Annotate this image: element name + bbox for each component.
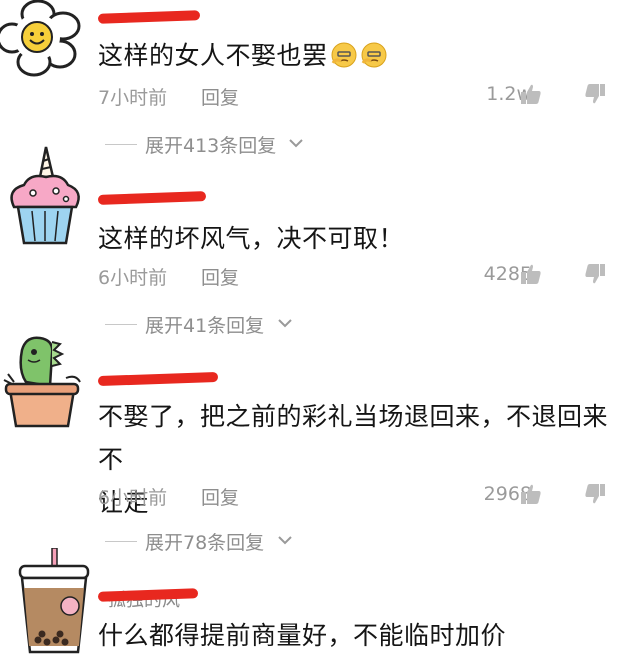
dinosaur-plant-avatar[interactable]: [0, 330, 90, 430]
comment-item: 这样的坏风气，决不可取！ 6小时前 回复 4285 展开41条回复: [0, 145, 640, 345]
comment-body: 这样的女人不娶也罢: [98, 41, 328, 70]
thumbs-down-icon[interactable]: [584, 83, 606, 105]
redacted-username: [97, 10, 201, 24]
unicorn-cupcake-avatar[interactable]: [0, 145, 90, 250]
reply-button[interactable]: 回复: [201, 263, 239, 290]
comment-body-line: 不娶了，把之前的彩礼当场退回来，不退回来不: [98, 402, 609, 474]
comment-text: 这样的女人不娶也罢: [98, 34, 623, 77]
comment-text: 什么都得提前商量好，不能临时加价: [98, 614, 623, 657]
thumbs-up-icon[interactable]: [520, 263, 542, 285]
comment-body: 什么都得提前商量好，不能临时加价: [98, 621, 507, 650]
comment-body: 这样的坏风气，决不可取！: [98, 224, 405, 253]
thumbs-down-icon[interactable]: [584, 263, 606, 285]
comment-text: 这样的坏风气，决不可取！: [98, 217, 623, 260]
comment-time: 7小时前: [98, 87, 168, 109]
comment-item: 孤独的风 什么都得提前商量好，不能临时加价: [0, 547, 640, 658]
chevron-down-icon: [278, 319, 292, 328]
bubble-tea-avatar[interactable]: [0, 547, 90, 656]
comment-meta: 6小时前 回复 2968: [98, 480, 618, 510]
divider: [105, 324, 137, 325]
reply-button[interactable]: 回复: [201, 83, 239, 110]
thumbs-up-icon[interactable]: [520, 483, 542, 505]
reply-button[interactable]: 回复: [201, 483, 239, 510]
redacted-username: [97, 588, 199, 602]
thumbs-down-icon[interactable]: [584, 483, 606, 505]
thinking-face-emoji: [361, 42, 387, 68]
redacted-username: [97, 371, 219, 387]
chevron-down-icon: [278, 536, 292, 545]
comment-time: 6小时前: [98, 487, 168, 509]
comment-item: 不娶了，把之前的彩礼当场退回来，不退回来不 让走 6小时前 回复 2968 展开…: [0, 330, 640, 560]
divider: [105, 541, 137, 542]
redacted-username: [97, 191, 207, 205]
comment-meta: 7小时前 回复 1.2w: [98, 80, 618, 110]
thinking-face-emoji: [331, 42, 357, 68]
comment-time: 6小时前: [98, 267, 168, 289]
comment-meta: 6小时前 回复 4285: [98, 260, 618, 290]
thumbs-up-icon[interactable]: [520, 83, 542, 105]
flower-smiley-avatar[interactable]: [0, 0, 90, 90]
